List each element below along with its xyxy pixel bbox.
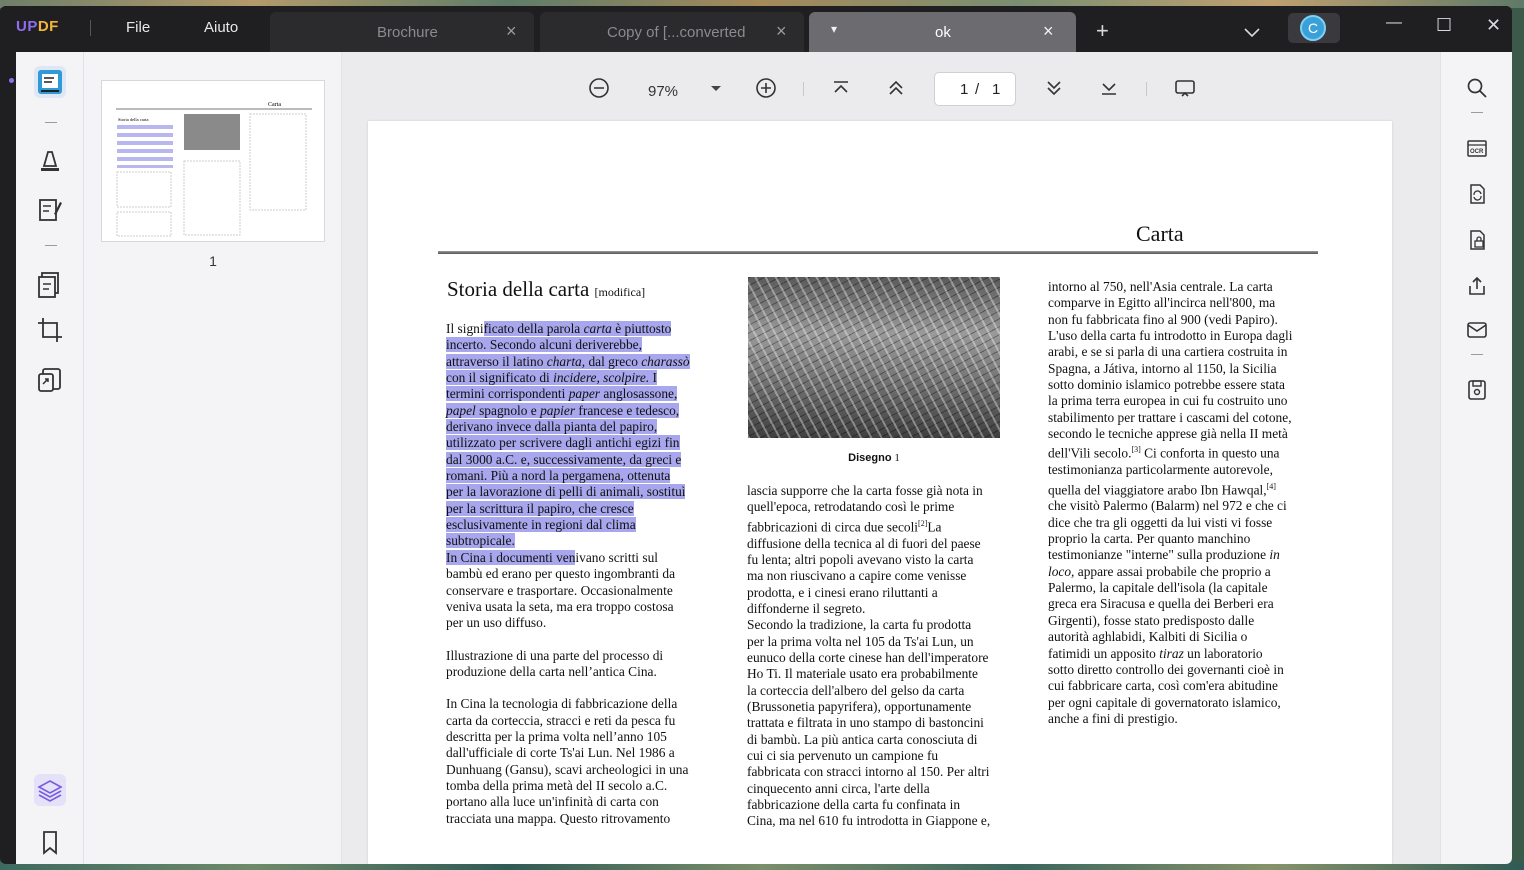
document-viewer: 97% 1 / 1 Carta Storia della carta [modi… [342,52,1440,864]
avatar: C [1300,15,1326,41]
close-tab-icon[interactable]: × [776,21,787,42]
divider [45,122,57,123]
tabs-list-chevron-icon[interactable] [1244,22,1260,43]
presentation-mode-icon[interactable] [1173,76,1197,100]
bookmark-icon[interactable] [34,826,66,858]
crop-pages-icon[interactable] [34,314,66,346]
tab-brochure[interactable]: Brochure × [270,12,534,52]
app-logo[interactable]: UPDF [16,18,59,35]
zoom-dropdown-icon[interactable] [704,76,728,100]
text-column-3[interactable]: intorno al 750, nell'Asia centrale. La c… [1048,279,1308,727]
last-page-icon[interactable] [1097,76,1121,100]
convert-pdf-icon[interactable] [34,364,66,396]
menu-file[interactable]: File [126,19,150,36]
thumbnail-page-number: 1 [209,253,217,269]
page-number-field[interactable]: 1 / 1 [934,72,1016,106]
svg-text:OCR: OCR [1470,149,1484,155]
tab-dropdown-icon[interactable]: ▾ [831,22,837,36]
close-window-button[interactable]: ✕ [1486,15,1501,36]
factory-photo[interactable] [748,277,1000,438]
zoom-out-icon[interactable] [587,76,611,100]
text-column-1[interactable]: Il significato della parola carta è piut… [446,321,696,827]
tab-label: ok [935,24,951,41]
thumbnail-panel: Carta Storia della carta 1 [84,52,342,864]
zoom-level[interactable]: 97% [648,83,678,100]
section-heading: Storia della carta [modifica] [447,277,646,301]
tab-copy-converted[interactable]: Copy of [...converted × [540,12,804,52]
tab-ok[interactable]: ▾ ok × [809,12,1076,52]
edit-link[interactable]: [modifica] [595,285,646,299]
right-tool-sidebar: OCR [1440,52,1512,864]
viewer-toolbar: 97% 1 / 1 [342,52,1440,118]
protect-pdf-icon[interactable] [1465,228,1489,252]
layers-icon[interactable] [34,774,66,806]
title-rule [438,251,1318,254]
tab-label: Brochure [377,24,438,41]
title-bar: UPDF File Aiuto Brochure × Copy of [...c… [0,6,1512,52]
divider [45,245,57,246]
current-page[interactable]: 1 [960,81,968,98]
first-page-icon[interactable] [829,76,853,100]
next-page-icon[interactable] [1042,76,1066,100]
edit-pdf-icon[interactable] [34,194,66,226]
ocr-icon[interactable]: OCR [1465,136,1489,160]
close-tab-icon[interactable]: × [1043,21,1054,42]
previous-page-icon[interactable] [884,76,908,100]
svg-text:Storia della carta: Storia della carta [118,117,149,122]
menu-help[interactable]: Aiuto [204,19,238,36]
pdf-page[interactable]: Carta Storia della carta [modifica] Il s… [368,121,1392,864]
email-icon[interactable] [1465,318,1489,342]
zoom-in-icon[interactable] [754,76,778,100]
new-tab-button[interactable]: + [1096,18,1109,44]
save-icon[interactable] [1465,378,1489,402]
maximize-button[interactable]: ☐ [1436,15,1452,36]
minimize-button[interactable]: — [1386,14,1402,32]
share-icon[interactable] [1465,274,1489,298]
search-icon[interactable] [1465,76,1489,100]
tab-label: Copy of [...converted [607,24,746,41]
left-tool-sidebar [9,52,84,864]
svg-text:Carta: Carta [268,102,281,108]
convert-icon[interactable] [1465,182,1489,206]
user-avatar-button[interactable]: C [1288,13,1340,43]
reader-mode-icon[interactable] [34,66,66,98]
divider [803,82,804,96]
page-thumbnail[interactable]: Carta Storia della carta [101,80,325,242]
total-pages: 1 [992,81,1001,98]
close-tab-icon[interactable]: × [506,21,517,42]
divider [1471,112,1483,113]
app-window: UPDF File Aiuto Brochure × Copy of [...c… [0,6,1512,864]
page-title: Carta [1136,221,1184,246]
divider [1471,354,1483,355]
organize-pages-icon[interactable] [34,268,66,300]
text-column-2[interactable]: lascia supporre che la carta fosse già n… [747,483,1007,830]
page-separator: / [975,81,980,98]
active-indicator [9,78,14,83]
image-caption: Disegno 1 [848,452,900,464]
comment-highlighter-icon[interactable] [34,144,66,176]
divider [90,20,91,36]
divider [1146,82,1147,96]
